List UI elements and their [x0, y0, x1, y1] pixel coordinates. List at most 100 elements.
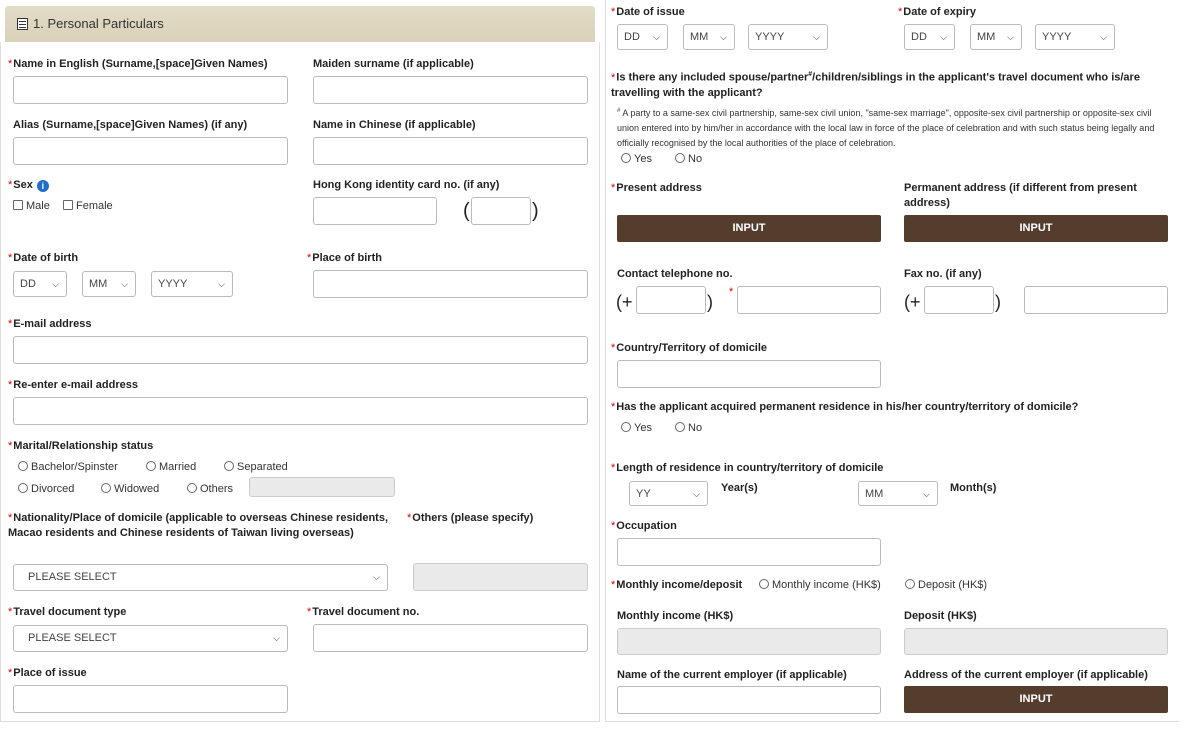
chevron-down-icon: ⌵ [940, 32, 947, 42]
chevron-down-icon: ⌵ [1100, 32, 1107, 42]
chevron-down-icon: ⌵ [373, 572, 380, 582]
occupation-input[interactable] [617, 538, 881, 566]
radio-icon[interactable] [759, 579, 769, 589]
marital-option-married[interactable]: Married [146, 461, 196, 473]
perm-residence-no-option[interactable]: No [675, 422, 702, 434]
radio-icon[interactable] [224, 461, 234, 471]
income-option-monthly[interactable]: Monthly income (HK$) [759, 579, 881, 591]
spouse-definition-note: # A party to a same-sex civil partnershi… [617, 108, 1155, 148]
spouse-question-label: *Is there any included spouse/partner#/c… [611, 71, 1140, 99]
dob-month-select[interactable]: MM ⌵ [82, 271, 136, 297]
spouse-yes-option[interactable]: Yes [621, 153, 652, 165]
travel-doc-no-label: *Travel document no. [307, 606, 420, 618]
radio-icon[interactable] [905, 579, 915, 589]
tel-country-code-input[interactable] [636, 286, 706, 314]
employer-name-input[interactable] [617, 686, 881, 714]
name-chinese-input[interactable] [313, 137, 588, 165]
hkid-paren-close: ) [532, 200, 539, 222]
email-input[interactable] [13, 336, 588, 364]
radio-icon[interactable] [621, 422, 631, 432]
deposit-input[interactable] [904, 628, 1168, 655]
reenter-email-label: *Re-enter e-mail address [8, 379, 138, 391]
radio-icon[interactable] [187, 483, 197, 493]
radio-icon[interactable] [146, 461, 156, 471]
residence-years-select[interactable]: YY ⌵ [629, 481, 708, 506]
radio-icon[interactable] [675, 153, 685, 163]
travel-doc-type-select[interactable]: PLEASE SELECT ⌵ [13, 625, 288, 652]
radio-icon[interactable] [621, 153, 631, 163]
radio-icon[interactable] [18, 461, 28, 471]
fax-paren-close: ) [995, 292, 1001, 312]
others-specify-label: *Others (please specify) [407, 512, 534, 524]
dob-year-select[interactable]: YYYY ⌵ [151, 271, 233, 297]
marital-option-separated[interactable]: Separated [224, 461, 288, 473]
radio-icon[interactable] [675, 422, 685, 432]
reenter-email-input[interactable] [13, 397, 588, 425]
monthly-income-label: Monthly income (HK$) [617, 610, 734, 622]
marital-option-divorced[interactable]: Divorced [18, 483, 74, 495]
chevron-down-icon: ⌵ [813, 32, 820, 42]
radio-icon[interactable] [18, 483, 28, 493]
domicile-country-input[interactable] [617, 360, 881, 388]
perm-residence-yes-option[interactable]: Yes [621, 422, 652, 434]
name-english-input[interactable] [13, 76, 288, 104]
present-address-label: *Present address [611, 182, 702, 194]
issue-day-select[interactable]: DD ⌵ [617, 24, 668, 50]
spouse-no-option[interactable]: No [675, 153, 702, 165]
hkid-check-digit-input[interactable] [471, 197, 531, 225]
sex-female-option[interactable]: Female [63, 200, 113, 212]
dob-day-select[interactable]: DD ⌵ [13, 271, 67, 297]
chevron-down-icon: ⌵ [273, 633, 280, 643]
issue-year-select[interactable]: YYYY ⌵ [748, 24, 828, 50]
tel-paren-close: ) [707, 292, 713, 312]
checkbox-icon[interactable] [13, 200, 23, 210]
expiry-year-select[interactable]: YYYY ⌵ [1035, 24, 1115, 50]
chevron-down-icon: ⌵ [218, 279, 225, 289]
place-of-birth-input[interactable] [313, 270, 588, 298]
chevron-down-icon: ⌵ [121, 279, 128, 289]
alias-input[interactable] [13, 137, 288, 165]
marital-option-others[interactable]: Others [187, 483, 233, 495]
employer-address-label: Address of the current employer (if appl… [904, 669, 1148, 681]
nationality-select[interactable]: PLEASE SELECT ⌵ [13, 564, 388, 591]
chevron-down-icon: ⌵ [720, 32, 727, 42]
fax-country-code-input[interactable] [924, 286, 994, 314]
list-icon [17, 18, 28, 30]
marital-option-bachelor[interactable]: Bachelor/Spinster [18, 461, 118, 473]
monthly-income-input[interactable] [617, 628, 881, 655]
section-header: 1. Personal Particulars [5, 6, 595, 42]
travel-doc-no-input[interactable] [313, 624, 588, 652]
present-address-input-button[interactable]: INPUT [617, 215, 881, 242]
place-of-issue-label: *Place of issue [8, 667, 87, 679]
residence-months-select[interactable]: MM ⌵ [858, 481, 938, 506]
expiry-month-select[interactable]: MM ⌵ [970, 24, 1022, 50]
income-option-deposit[interactable]: Deposit (HK$) [905, 579, 987, 591]
marital-others-input[interactable] [249, 477, 395, 497]
tel-paren-open: (+ [616, 292, 633, 312]
income-label: *Monthly income/deposit [611, 579, 743, 591]
checkbox-icon[interactable] [63, 200, 73, 210]
years-label: Year(s) [721, 482, 758, 494]
sex-male-option[interactable]: Male [13, 200, 50, 212]
deposit-label: Deposit (HK$) [904, 610, 977, 622]
place-of-issue-input[interactable] [13, 685, 288, 713]
date-of-expiry-label: *Date of expiry [898, 6, 977, 18]
tel-number-input[interactable] [737, 286, 881, 314]
marital-option-widowed[interactable]: Widowed [101, 483, 159, 495]
maiden-surname-label: Maiden surname (if applicable) [313, 58, 474, 70]
employer-address-input-button[interactable]: INPUT [904, 686, 1168, 713]
issue-month-select[interactable]: MM ⌵ [683, 24, 735, 50]
hkid-input[interactable] [313, 197, 437, 225]
permanent-address-input-button[interactable]: INPUT [904, 215, 1168, 242]
info-icon[interactable]: i [36, 180, 49, 192]
fax-number-input[interactable] [1024, 286, 1168, 314]
others-specify-input[interactable] [413, 563, 588, 591]
chevron-down-icon: ⌵ [923, 489, 930, 499]
chevron-down-icon: ⌵ [52, 279, 59, 289]
maiden-surname-input[interactable] [313, 76, 588, 104]
name-chinese-label: Name in Chinese (if applicable) [313, 119, 476, 131]
hkid-label: Hong Kong identity card no. (if any) [313, 179, 500, 191]
expiry-day-select[interactable]: DD ⌵ [904, 24, 955, 50]
radio-icon[interactable] [101, 483, 111, 493]
fax-paren-open: (+ [904, 292, 921, 312]
